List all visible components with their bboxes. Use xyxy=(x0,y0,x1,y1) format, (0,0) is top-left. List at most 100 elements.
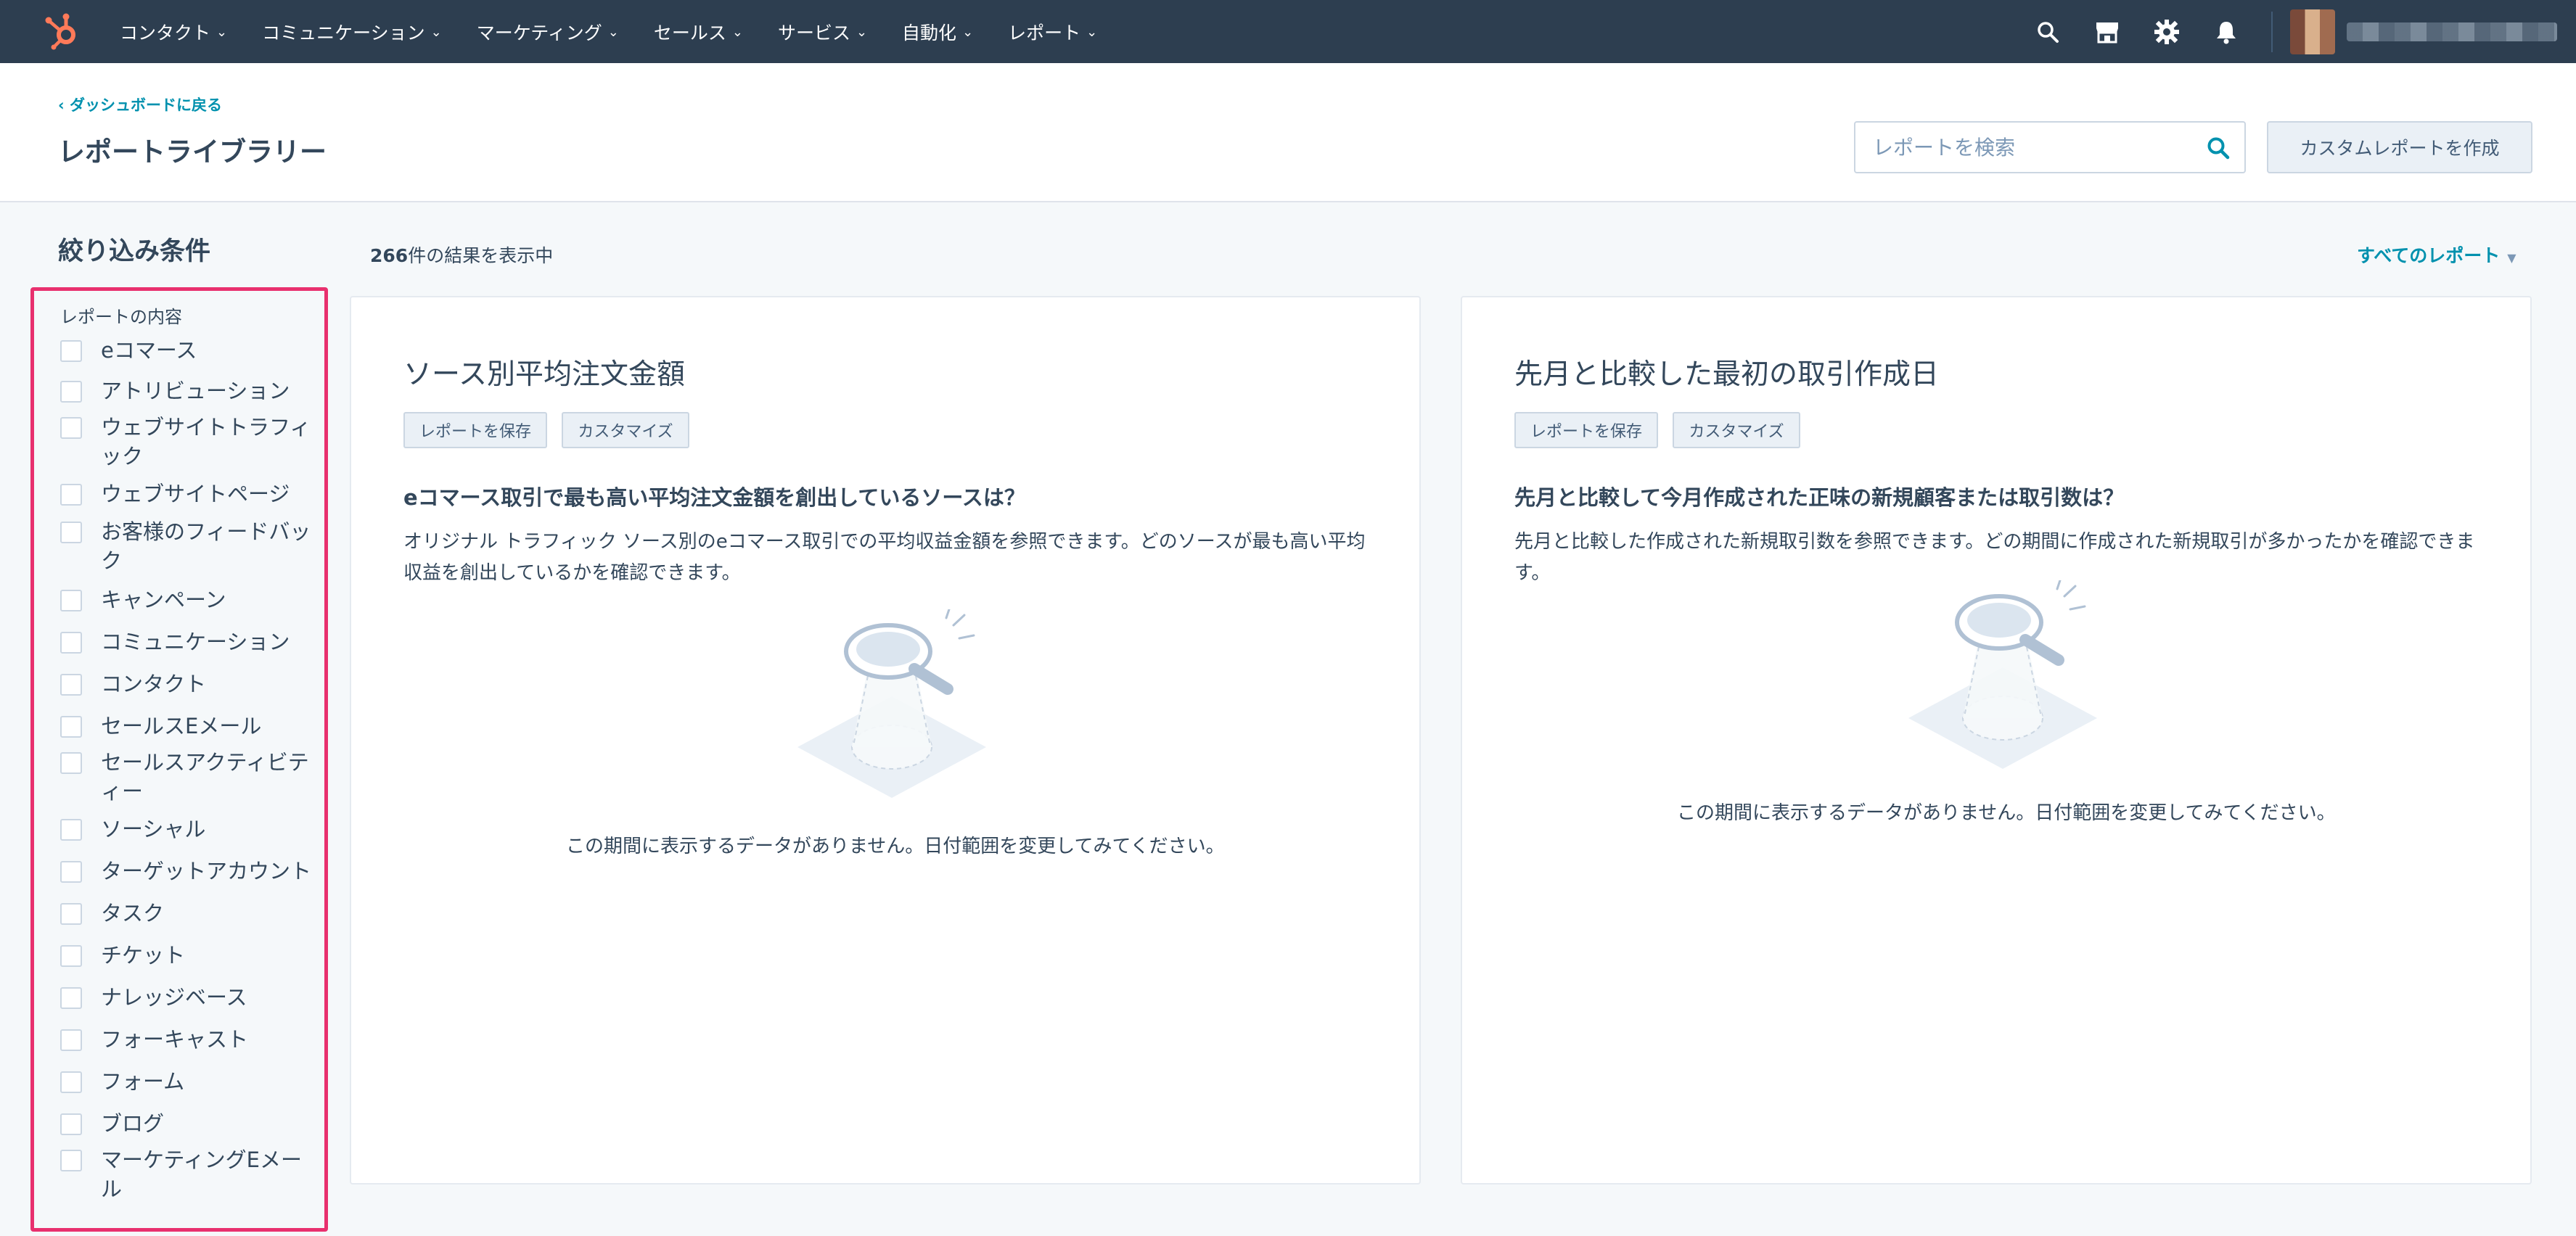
filter-label: フォーム xyxy=(101,1069,185,1094)
checkbox[interactable] xyxy=(60,522,82,543)
report-card[interactable]: 先月と比較した最初の取引作成日 レポートを保存 カスタマイズ 先月と比較して今月… xyxy=(1461,296,2532,1184)
nav-utilities xyxy=(2033,0,2576,63)
checkbox[interactable] xyxy=(60,340,82,362)
nav-item-sales[interactable]: セールス ⌄ xyxy=(654,19,743,45)
nav-item-service[interactable]: サービス ⌄ xyxy=(778,19,867,45)
empty-state-magnifier-icon xyxy=(1908,580,2097,769)
filter-label: コンタクト xyxy=(101,672,207,696)
back-to-dashboard-link[interactable]: ‹ ダッシュボードに戻る xyxy=(58,94,222,115)
checkbox[interactable] xyxy=(60,861,82,883)
nav-item-label: セールス xyxy=(653,22,726,44)
filter-tickets[interactable]: チケット xyxy=(60,943,321,987)
nav-item-conversations[interactable]: コミュニケーション ⌄ xyxy=(262,19,442,45)
checkbox[interactable] xyxy=(60,1113,82,1135)
search-input[interactable] xyxy=(1871,134,2194,160)
page-title: レポートライブラリー xyxy=(58,136,327,168)
results-count: 266件の結果を表示中 xyxy=(370,242,553,268)
filter-conversations[interactable]: コミュニケーション xyxy=(60,630,321,674)
filter-label: フォーキャスト xyxy=(101,1027,249,1052)
caret-down-icon: ▼ xyxy=(2507,251,2516,265)
filter-label: ターゲットアカウント xyxy=(101,859,312,883)
filter-marketing-email[interactable]: マーケティングEメール xyxy=(60,1148,321,1208)
nav-item-automation[interactable]: 自動化 ⌄ xyxy=(902,19,973,45)
checkbox[interactable] xyxy=(60,903,82,925)
chevron-down-icon: ⌄ xyxy=(962,25,974,40)
checkbox[interactable] xyxy=(60,945,82,967)
checkbox[interactable] xyxy=(60,752,82,774)
filter-customer-feedback[interactable]: お客様のフィードバック xyxy=(60,519,321,590)
checkbox[interactable] xyxy=(60,590,82,611)
chevron-left-icon: ‹ xyxy=(58,96,70,114)
checkbox[interactable] xyxy=(60,381,82,403)
bell-icon[interactable] xyxy=(2212,17,2241,46)
filter-website-pages[interactable]: ウェブサイトページ xyxy=(60,482,321,522)
report-search xyxy=(1854,121,2246,173)
report-card[interactable]: ソース別平均注文金額 レポートを保存 カスタマイズ eコマース取引で最も高い平均… xyxy=(350,296,1421,1184)
chevron-down-icon: ⌄ xyxy=(856,25,868,40)
filter-target-accounts[interactable]: ターゲットアカウント xyxy=(60,859,321,903)
save-report-button[interactable]: レポートを保存 xyxy=(1514,412,1658,448)
filter-attribution[interactable]: アトリビューション xyxy=(60,379,321,417)
filter-sales-email[interactable]: セールスEメール xyxy=(60,714,321,752)
filter-label: ブログ xyxy=(101,1111,165,1136)
nav-item-contacts[interactable]: コンタクト ⌄ xyxy=(120,19,227,45)
filter-ecommerce[interactable]: eコマース xyxy=(60,338,321,381)
filter-campaigns[interactable]: キャンペーン xyxy=(60,588,321,632)
nav-item-label: サービス xyxy=(777,22,850,44)
filter-label: お客様のフィードバック xyxy=(101,519,311,573)
filter-label: ウェブサイトトラフィック xyxy=(101,415,311,469)
marketplace-icon[interactable] xyxy=(2093,17,2122,46)
filter-tasks[interactable]: タスク xyxy=(60,901,321,945)
filter-sales-activity[interactable]: セールスアクティビティー xyxy=(60,750,321,819)
filter-contacts[interactable]: コンタクト xyxy=(60,672,321,716)
nav-item-label: コミュニケーション xyxy=(262,22,425,44)
filter-label: セールスEメール xyxy=(101,714,262,738)
checkbox[interactable] xyxy=(60,1071,82,1093)
customize-button[interactable]: カスタマイズ xyxy=(562,412,689,448)
search-icon[interactable] xyxy=(2033,17,2062,46)
checkbox[interactable] xyxy=(60,1150,82,1171)
results-count-number: 266 xyxy=(370,245,409,266)
checkbox[interactable] xyxy=(60,417,82,439)
checkbox[interactable] xyxy=(60,987,82,1009)
checkbox[interactable] xyxy=(60,484,82,506)
filter-knowledge-base[interactable]: ナレッジベース xyxy=(60,985,321,1029)
nav-divider xyxy=(2271,11,2273,52)
empty-state-message: この期間に表示するデータがありません。日付範囲を変更してみてください。 xyxy=(1677,802,2336,824)
filter-website-traffic[interactable]: ウェブサイトトラフィック xyxy=(60,415,321,484)
filter-blog[interactable]: ブログ xyxy=(60,1111,321,1150)
filter-forms[interactable]: フォーム xyxy=(60,1069,321,1113)
report-title: 先月と比較した最初の取引作成日 xyxy=(1514,358,1940,391)
all-reports-dropdown[interactable]: すべてのレポート ▼ xyxy=(2357,242,2516,268)
create-custom-report-button[interactable]: カスタムレポートを作成 xyxy=(2267,121,2532,173)
filter-label: eコマース xyxy=(101,338,197,363)
report-description: オリジナル トラフィック ソース別のeコマース取引での平均収益金額を参照できます… xyxy=(403,531,1366,584)
filter-forecast[interactable]: フォーキャスト xyxy=(60,1027,321,1071)
nav-item-marketing[interactable]: マーケティング ⌄ xyxy=(477,19,619,45)
filter-list: eコマース アトリビューション ウェブサイトトラフィック ウェブサイトページ お… xyxy=(60,338,321,1208)
save-report-button[interactable]: レポートを保存 xyxy=(403,412,547,448)
report-question: eコマース取引で最も高い平均注文金額を創出しているソースは？ xyxy=(403,485,1025,510)
account-name-redacted[interactable] xyxy=(2347,22,2557,41)
checkbox[interactable] xyxy=(60,716,82,738)
filter-label: タスク xyxy=(101,901,165,926)
filter-label: チケット xyxy=(101,943,186,968)
avatar[interactable] xyxy=(2290,9,2335,54)
gear-icon[interactable] xyxy=(2152,17,2181,46)
filter-label: セールスアクティビティー xyxy=(101,750,309,804)
checkbox[interactable] xyxy=(60,632,82,654)
nav-item-label: 自動化 xyxy=(902,22,957,44)
nav-item-reports[interactable]: レポート ⌄ xyxy=(1008,19,1097,45)
hubspot-logo-icon[interactable] xyxy=(42,10,84,52)
search-icon[interactable] xyxy=(2205,135,2231,161)
nav-item-label: マーケティング xyxy=(476,22,602,44)
filter-social[interactable]: ソーシャル xyxy=(60,817,321,861)
customize-button[interactable]: カスタマイズ xyxy=(1673,412,1800,448)
filter-label: マーケティングEメール xyxy=(101,1148,303,1201)
checkbox[interactable] xyxy=(60,819,82,841)
report-question: 先月と比較して今月作成された正味の新規顧客または取引数は？ xyxy=(1514,485,2125,510)
checkbox[interactable] xyxy=(60,1029,82,1051)
page-header: ‹ ダッシュボードに戻る レポートライブラリー カスタムレポートを作成 xyxy=(0,63,2576,202)
filter-panel: レポートの内容 eコマース アトリビューション ウェブサイトトラフィック ウェブ… xyxy=(30,287,328,1232)
checkbox[interactable] xyxy=(60,674,82,696)
